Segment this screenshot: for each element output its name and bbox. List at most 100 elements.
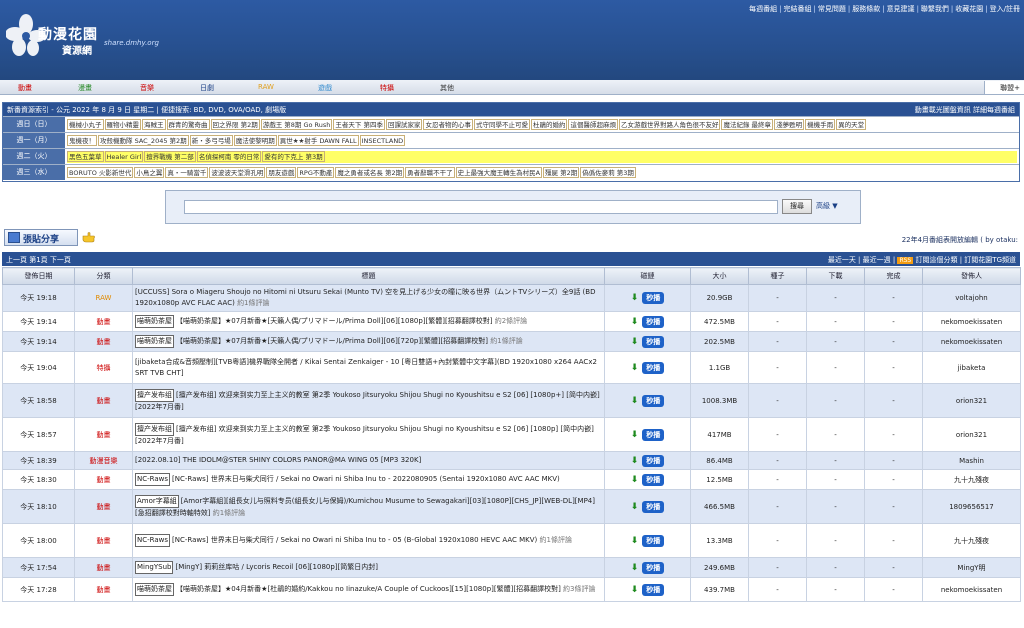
column-header[interactable]: 大小 (690, 267, 749, 285)
group-tag[interactable]: 喵萌奶茶屋 (135, 583, 174, 596)
top-link[interactable]: 服務條款 (852, 5, 880, 13)
comment-count[interactable]: 約1條評論 (490, 337, 522, 345)
schedule-show-link[interactable]: 乙女游戲世界對路人角色很不友好 (618, 119, 721, 130)
schedule-show-link[interactable]: 式守同學不止可愛 (473, 119, 530, 130)
schedule-show-link[interactable]: 愛有的下克上 第3期 (262, 151, 325, 162)
schedule-show-link[interactable]: 王者天下 第四季 (333, 119, 385, 130)
column-header[interactable]: 下載 (806, 267, 865, 285)
category-cell[interactable]: 動畫 (74, 311, 133, 332)
comment-count[interactable]: 約1條評論 (540, 536, 572, 544)
comment-count[interactable]: 約1條評論 (237, 299, 269, 307)
group-tag[interactable]: 擅产发布组 (135, 422, 174, 436)
schedule-show-link[interactable]: BORUTO 火影新世代 (67, 167, 134, 178)
group-tag[interactable]: Amor字幕組 (135, 494, 179, 508)
user-cell[interactable]: jibaketa (922, 351, 1021, 384)
download-arrow-icon[interactable]: ⬇ (631, 475, 639, 485)
instant-play-button[interactable]: 秒播 (642, 534, 665, 547)
torrent-title-link[interactable]: [NC-Raws] 世界末日与柴犬同行 / Sekai no Owari ni … (172, 475, 560, 483)
user-cell[interactable]: nekomoekissaten (922, 311, 1021, 332)
instant-play-button[interactable]: 秒播 (642, 292, 665, 304)
user-cell[interactable]: Mashin (922, 451, 1021, 470)
pager-link[interactable]: 最近一週 (863, 256, 891, 264)
instant-play-button[interactable]: 秒播 (642, 561, 665, 574)
category-cell[interactable]: 動畫 (74, 469, 133, 490)
top-link[interactable]: 意見建議 (887, 5, 915, 13)
user-cell[interactable]: voltajohn (922, 284, 1021, 312)
user-cell[interactable]: 1809656517 (922, 489, 1021, 524)
top-link[interactable]: 聯繫我們 (921, 5, 949, 13)
schedule-show-link[interactable]: 杜鵑的婚約 (530, 119, 568, 130)
schedule-show-link[interactable]: 史上最強大魔王轉生為村民A (455, 167, 543, 178)
torrent-title-link[interactable]: [擅产发布组] 欢迎来到实力至上主义的教室 第2季 Youkoso Jitsur… (135, 391, 600, 411)
torrent-title-link[interactable]: 【喵萌奶茶屋】★04月新番★[杜鵑的婚約/Kakkou no Iinazuke/… (176, 585, 561, 593)
top-link[interactable]: 收藏花園 (955, 5, 983, 13)
schedule-show-link[interactable]: 異世★★射手 DAWN FALL (277, 135, 359, 146)
instant-play-button[interactable]: 秒播 (642, 428, 665, 441)
instant-play-button[interactable]: 秒播 (642, 394, 665, 407)
column-header[interactable]: 分類 (74, 267, 133, 285)
user-cell[interactable]: nekomoekissaten (922, 577, 1021, 602)
schedule-show-link[interactable]: 機械小丸子 (67, 119, 104, 130)
download-arrow-icon[interactable]: ⬇ (631, 456, 639, 466)
schedule-show-link[interactable]: 鬼機夜！ (67, 135, 97, 146)
schedule-show-link[interactable]: RPG不動產 (297, 167, 335, 178)
schedule-show-link[interactable]: 女忍者物的心事 (423, 119, 473, 130)
schedule-show-link[interactable]: 回課試家家 (385, 119, 423, 130)
schedule-show-link[interactable]: 游戲王 第8期 Go Rush (260, 119, 333, 130)
group-tag[interactable]: NC-Raws (135, 473, 171, 486)
schedule-show-link[interactable]: 機機手雨 (805, 119, 836, 130)
search-input[interactable] (184, 200, 778, 214)
user-cell[interactable]: nekomoekissaten (922, 331, 1021, 352)
instant-play-button[interactable]: 秒播 (642, 361, 665, 374)
alliance-link[interactable]: 聯盟+ (984, 81, 1024, 94)
schedule-show-link[interactable]: 名偵探柯南 零的日常 (196, 151, 262, 162)
category-cell[interactable]: 動畫 (74, 417, 133, 452)
torrent-title-link[interactable]: [2022.08.10] THE IDOLM@STER SHINY COLORS… (135, 456, 421, 464)
schedule-show-link[interactable]: 新・多弓弓場 (189, 135, 233, 146)
comment-count[interactable]: 約3條評論 (563, 585, 595, 593)
category-cell[interactable]: 動畫 (74, 331, 133, 352)
torrent-title-link[interactable]: 【喵萌奶茶屋】★07月新番★[天籟人偶/プリマドール/Prima Doll][0… (176, 337, 488, 345)
column-header[interactable]: 發佈人 (922, 267, 1021, 285)
schedule-show-link[interactable]: 黑色五葉草 (67, 151, 104, 162)
schedule-show-link[interactable]: 群青的驚奇曲 (166, 119, 210, 130)
schedule-show-link[interactable]: 這個醫師超麻煩 (568, 119, 618, 130)
torrent-title-link[interactable]: [jibaketa合成&音頻壓制][TVB粵語]機界戰隊全開者 / Kikai … (135, 358, 597, 377)
site-logo[interactable]: 動漫花園 資源網 share.dmhy.org (6, 14, 159, 62)
column-header[interactable]: 磁鏈 (604, 267, 691, 285)
instant-play-button[interactable]: 秒播 (642, 500, 665, 513)
category-cell[interactable]: 動畫 (74, 577, 133, 602)
download-arrow-icon[interactable]: ⬇ (631, 563, 639, 573)
top-link[interactable]: 常見問題 (818, 5, 846, 13)
schedule-show-link[interactable]: 回之界限 第2期 (210, 119, 260, 130)
schedule-show-link[interactable]: 勇者辭職不干了 (405, 167, 455, 178)
instant-play-button[interactable]: 秒播 (642, 583, 665, 596)
comment-count[interactable]: 約1條評論 (213, 509, 245, 517)
group-tag[interactable]: 喵萌奶茶屋 (135, 335, 174, 348)
schedule-show-link[interactable]: 淺夢甦明 (774, 119, 805, 130)
schedule-show-link[interactable]: 波波波天堂滑孔明 (209, 167, 266, 178)
paste-share-button[interactable]: 張貼分享 (4, 229, 78, 246)
schedule-right-link[interactable]: 動畫載光圖盤資訊 詳細每週番組 (915, 105, 1015, 115)
download-arrow-icon[interactable]: ⬇ (631, 536, 639, 546)
category-cell[interactable]: 動畫 (74, 557, 133, 578)
download-arrow-icon[interactable]: ⬇ (631, 337, 639, 347)
schedule-show-link[interactable]: Healer Girl (104, 151, 144, 162)
comment-count[interactable]: 約2條評論 (495, 317, 527, 325)
category-tab[interactable]: 漫畫 (78, 83, 92, 93)
category-tab[interactable]: 音樂 (140, 83, 154, 93)
download-arrow-icon[interactable]: ⬇ (631, 293, 639, 303)
category-cell[interactable]: 動畫 (74, 523, 133, 558)
category-tab[interactable]: 特攝 (380, 83, 394, 93)
user-cell[interactable]: 九十九殘夜 (922, 523, 1021, 558)
user-cell[interactable]: orion321 (922, 417, 1021, 452)
group-tag[interactable]: 擅产发布组 (135, 388, 174, 402)
schedule-show-link[interactable]: 魔之勇者或名長 第2期 (335, 167, 405, 178)
category-tab[interactable]: 日劇 (200, 83, 214, 93)
schedule-show-link[interactable]: 海賊王 (142, 119, 166, 130)
torrent-title-link[interactable]: [擅产发布组] 欢迎来到实力至上主义的教室 第2季 Youkoso Jitsur… (135, 425, 594, 445)
schedule-show-link[interactable]: 異的天堂 (836, 119, 867, 130)
instant-play-button[interactable]: 秒播 (642, 454, 665, 467)
torrent-title-link[interactable]: [NC-Raws] 世界末日与柴犬同行 / Sekai no Owari ni … (172, 536, 537, 544)
download-arrow-icon[interactable]: ⬇ (631, 430, 639, 440)
